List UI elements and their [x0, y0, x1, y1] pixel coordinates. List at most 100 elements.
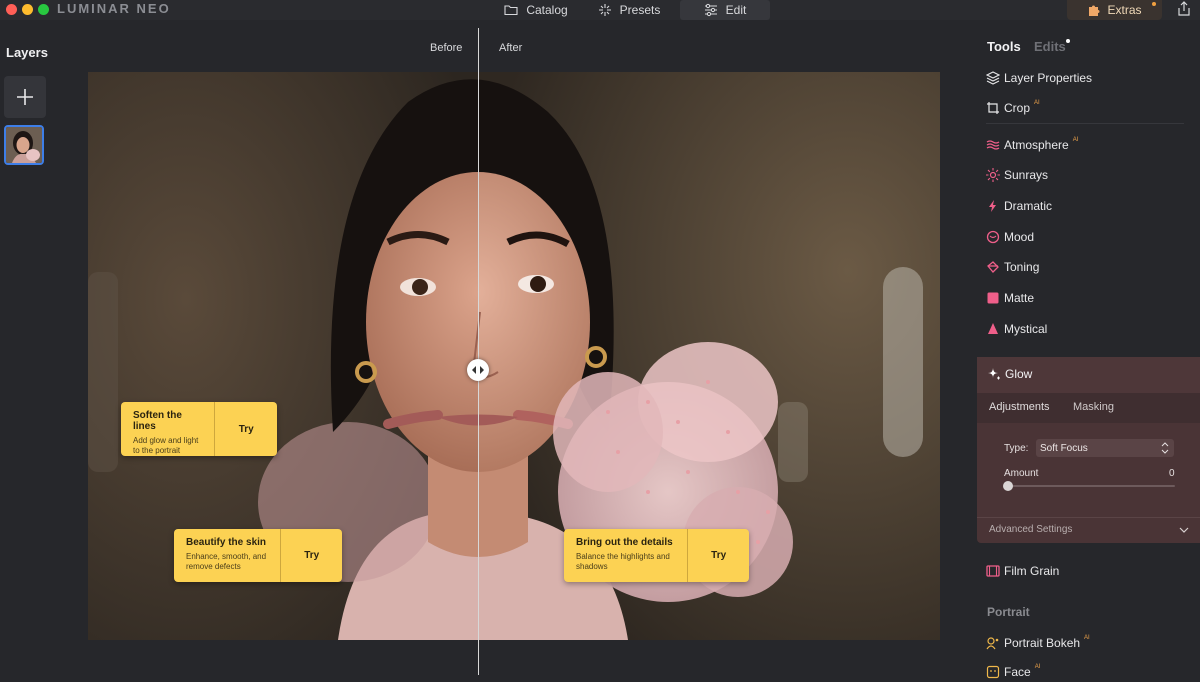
try-button[interactable]: Try	[214, 402, 277, 456]
folder-icon	[504, 5, 518, 16]
glow-tool-panel: Glow Adjustments Masking Type: Soft Focu…	[977, 357, 1200, 543]
tool-label: Matte	[1004, 291, 1035, 305]
split-arrows-icon	[472, 366, 484, 374]
extras-label: Extras	[1107, 3, 1142, 17]
tool-dramatic[interactable]: Dramatic	[986, 196, 1052, 216]
amount-label: Amount	[1004, 468, 1039, 479]
glow-header[interactable]: Glow	[977, 357, 1200, 393]
advanced-settings-label: Advanced Settings	[989, 524, 1073, 535]
extras-button[interactable]: Extras	[1067, 0, 1162, 20]
tool-label: Mood	[1004, 230, 1035, 244]
chevron-down-icon	[1179, 527, 1189, 533]
tool-label: Mystical	[1004, 322, 1048, 336]
tab-edits[interactable]: Edits	[1034, 39, 1066, 54]
film-icon	[986, 565, 1000, 577]
minimize-window-button[interactable]	[22, 4, 33, 15]
edits-indicator-dot	[1066, 39, 1070, 43]
tool-label: Dramatic	[1004, 199, 1053, 213]
after-label: After	[499, 42, 523, 54]
sparkle-icon	[988, 368, 1000, 380]
nav-catalog-label: Catalog	[526, 3, 568, 17]
share-icon[interactable]	[1176, 1, 1192, 17]
add-layer-button[interactable]	[4, 76, 46, 118]
try-button[interactable]: Try	[280, 529, 342, 582]
chevron-updown-icon	[1161, 442, 1169, 454]
tab-adjustments[interactable]: Adjustments	[989, 401, 1050, 413]
split-handle[interactable]	[467, 359, 489, 381]
divider	[986, 123, 1184, 124]
sliders-icon	[704, 3, 717, 17]
before-after-divider[interactable]	[478, 28, 479, 675]
advanced-settings-row[interactable]: Advanced Settings	[977, 517, 1200, 543]
notification-dot	[1152, 2, 1156, 6]
tab-tools[interactable]: Tools	[987, 39, 1021, 54]
tool-label: Face	[1004, 665, 1031, 679]
tip-title: Soften the lines	[133, 410, 182, 432]
ai-badge: AI	[1072, 137, 1079, 143]
type-select[interactable]: Soft Focus	[1036, 439, 1174, 457]
nav-catalog[interactable]: Catalog	[492, 0, 580, 20]
nav-edit-label: Edit	[725, 3, 747, 17]
tip-bring-out-details: Bring out the details Balance the highli…	[564, 529, 749, 582]
tool-label: Portrait Bokeh	[1004, 636, 1081, 650]
lightning-icon	[989, 200, 996, 212]
nav-edit[interactable]: Edit	[680, 0, 770, 20]
crop-icon	[987, 102, 999, 114]
amount-slider[interactable]	[1004, 485, 1175, 487]
tool-mood[interactable]: Mood	[986, 227, 1034, 247]
tool-label: Layer Properties	[1004, 71, 1093, 85]
layers-title: Layers	[6, 45, 48, 60]
tip-description: Balance the highlights and shadows	[576, 552, 670, 571]
tool-layer-properties[interactable]: Layer Properties	[986, 68, 1092, 88]
tool-label: Atmosphere	[1004, 138, 1069, 152]
type-select-value: Soft Focus	[1040, 442, 1088, 454]
tool-atmosphere[interactable]: Atmosphere AI	[986, 135, 1078, 155]
tip-title: Bring out the details	[576, 537, 673, 548]
tool-face[interactable]: Face AI	[986, 662, 1040, 682]
tool-crop[interactable]: Crop AI	[986, 98, 1040, 118]
ai-badge: AI	[1034, 100, 1040, 106]
tool-matte[interactable]: Matte	[986, 288, 1034, 308]
tool-label: Toning	[1004, 260, 1040, 274]
tool-label: Sunrays	[1004, 168, 1049, 182]
matte-icon	[987, 292, 999, 304]
tip-description: Enhance, smooth, and remove defects	[186, 552, 267, 571]
tool-portrait-bokeh[interactable]: Portrait Bokeh AI	[986, 633, 1090, 653]
sun-icon	[986, 168, 1000, 182]
atmosphere-icon	[986, 140, 1000, 150]
tool-label: Film Grain	[1004, 564, 1060, 578]
plus-icon	[17, 89, 33, 105]
try-button[interactable]: Try	[687, 529, 749, 582]
tip-description: Add glow and light to the portrait	[133, 436, 199, 455]
mystical-icon	[988, 323, 998, 334]
portrait-section-header: Portrait	[987, 605, 1030, 619]
mood-icon	[986, 230, 1000, 244]
sparkle-icon	[598, 4, 611, 16]
nav-presets[interactable]: Presets	[591, 0, 667, 20]
title-bar: LUMINAR NEO Catalog Presets Edit Extras	[0, 0, 1200, 20]
tool-film-grain[interactable]: Film Grain	[986, 561, 1059, 581]
close-window-button[interactable]	[6, 4, 17, 15]
before-label: Before	[430, 42, 463, 54]
tool-toning[interactable]: Toning	[986, 257, 1039, 277]
tip-beautify-skin: Beautify the skin Enhance, smooth, and r…	[174, 529, 342, 582]
tool-sunrays[interactable]: Sunrays	[986, 165, 1048, 185]
ai-badge: AI	[1084, 635, 1090, 641]
ai-badge: AI	[1034, 664, 1041, 670]
tip-soften-lines: Soften the lines Add glow and light to t…	[121, 402, 277, 456]
type-label: Type:	[1004, 443, 1029, 454]
app-logo: LUMINAR NEO	[57, 1, 171, 16]
tool-label: Crop	[1004, 101, 1031, 115]
glow-tabs: Adjustments Masking	[977, 393, 1200, 423]
nav-presets-label: Presets	[619, 3, 661, 17]
face-icon	[986, 665, 1000, 679]
tab-masking[interactable]: Masking	[1073, 401, 1114, 413]
amount-slider-knob[interactable]	[1003, 481, 1013, 491]
zoom-window-button[interactable]	[38, 4, 49, 15]
layers-icon	[986, 71, 1000, 85]
layer-thumbnail[interactable]	[4, 125, 44, 165]
amount-value: 0	[1169, 468, 1175, 479]
tool-mystical[interactable]: Mystical	[986, 319, 1047, 339]
tip-title: Beautify the skin	[186, 537, 267, 548]
portrait-bokeh-icon	[986, 637, 999, 650]
